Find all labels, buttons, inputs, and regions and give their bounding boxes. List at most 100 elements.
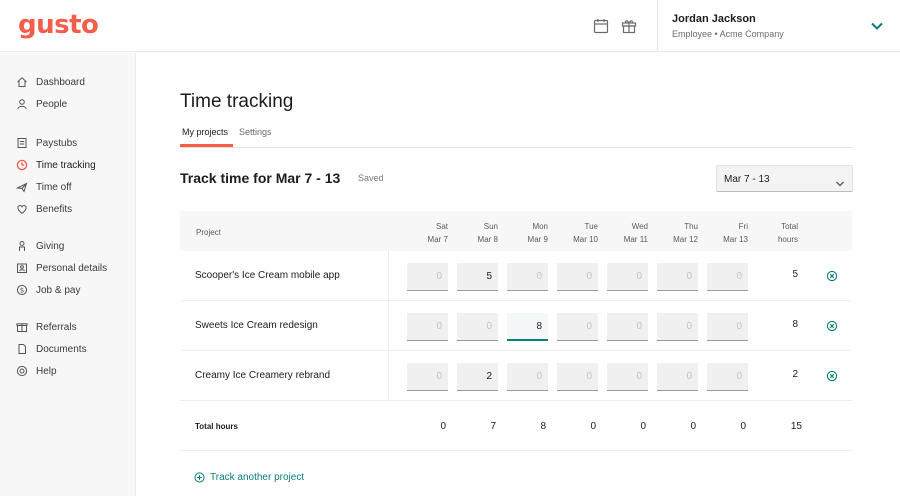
hours-input[interactable]: 0 (507, 363, 548, 391)
active-tab-indicator (180, 144, 233, 147)
day-total: 8 (540, 421, 546, 432)
table-row: Scooper's Ice Cream mobile app 0 5 0 0 0… (180, 251, 852, 301)
sidebar-item-label: Giving (36, 240, 65, 252)
plus-circle-icon (194, 472, 205, 483)
track-another-project-label: Track another project (210, 472, 305, 483)
day-total: 0 (440, 421, 446, 432)
hours-input[interactable]: 5 (457, 263, 498, 291)
sidebar-item-people[interactable]: People (16, 95, 132, 113)
clock-icon (16, 159, 28, 171)
id-card-icon (16, 262, 28, 274)
chevron-down-icon[interactable] (870, 19, 884, 31)
column-header-day: Tue Mar 10 (573, 222, 598, 244)
calendar-icon[interactable] (593, 18, 609, 34)
table-header: Project Sat Mar 7 Sun Mar 8 Mon Mar 9 Tue Ma… (180, 211, 852, 251)
hours-input[interactable]: 0 (607, 263, 648, 291)
hours-input[interactable]: 2 (457, 363, 498, 391)
svg-text:$: $ (20, 286, 24, 294)
hours-input[interactable]: 0 (607, 363, 648, 391)
row-total-hours: 5 (792, 269, 798, 280)
section-title: Track time for Mar 7 - 13 (180, 170, 341, 186)
sidebar-item-label: Referrals (36, 321, 77, 333)
project-name: Sweets Ice Cream redesign (195, 320, 318, 331)
giving-icon (16, 240, 28, 252)
hours-input[interactable]: 0 (407, 363, 448, 391)
header-divider (657, 0, 658, 52)
remove-project-icon[interactable] (826, 369, 838, 382)
day-total: 0 (640, 421, 646, 432)
sidebar-item-personal-details[interactable]: Personal details (16, 259, 132, 277)
remove-project-icon[interactable] (826, 269, 838, 282)
week-select-value: Mar 7 - 13 (724, 174, 770, 185)
sidebar-item-label: Documents (36, 343, 87, 355)
sidebar-item-paystubs[interactable]: Paystubs (16, 134, 132, 152)
hours-input[interactable]: 0 (407, 313, 448, 341)
row-total-hours: 2 (792, 369, 798, 380)
dollar-icon: $ (16, 284, 28, 296)
person-icon (16, 98, 28, 110)
user-name[interactable]: Jordan Jackson (672, 13, 756, 25)
column-header-day: Thu Mar 12 (673, 222, 698, 244)
remove-project-icon[interactable] (826, 319, 838, 332)
sidebar-item-giving[interactable]: Giving (16, 237, 132, 255)
column-header-day: Fri Mar 13 (723, 222, 748, 244)
hours-input[interactable]: 0 (557, 263, 598, 291)
tab-settings[interactable]: Settings (239, 127, 272, 137)
sidebar-item-job-pay[interactable]: $ Job & pay (16, 281, 132, 299)
table-row: Creamy Ice Creamery rebrand 0 2 0 0 0 0 … (180, 351, 852, 401)
tab-my-projects[interactable]: My projects (182, 127, 228, 137)
sidebar-item-label: People (36, 98, 68, 110)
column-header-project: Project (196, 228, 221, 237)
hours-input[interactable]: 0 (407, 263, 448, 291)
sidebar-item-time-tracking[interactable]: Time tracking (16, 156, 132, 174)
hours-input[interactable]: 0 (557, 363, 598, 391)
column-header-day: Mon Mar 9 (527, 222, 548, 244)
totals-label: Total hours (195, 422, 238, 431)
gift-icon[interactable] (621, 18, 637, 34)
sidebar-item-help[interactable]: Help (16, 362, 132, 380)
day-total: 0 (590, 421, 596, 432)
time-table: Project Sat Mar 7 Sun Mar 8 Mon Mar 9 Tue Ma… (180, 211, 852, 453)
sidebar-item-time-off[interactable]: Time off (16, 178, 132, 196)
hours-input[interactable]: 0 (457, 313, 498, 341)
week-select[interactable]: Mar 7 - 13 (716, 165, 853, 192)
gusto-logo[interactable]: gusto (18, 10, 99, 40)
home-icon (16, 76, 28, 88)
table-row: Sweets Ice Cream redesign 0 0 8 0 0 0 0 … (180, 301, 852, 351)
sidebar-item-referrals[interactable]: Referrals (16, 318, 132, 336)
hours-input[interactable]: 0 (507, 263, 548, 291)
sidebar-item-label: Help (36, 365, 57, 377)
column-header-day: Sun Mar 8 (477, 222, 498, 244)
sidebar: Dashboard People Paystubs Time tracking … (0, 53, 136, 496)
sidebar-item-label: Benefits (36, 203, 73, 215)
plane-icon (16, 181, 28, 193)
sidebar-item-benefits[interactable]: Benefits (16, 200, 132, 218)
hours-input[interactable]: 0 (657, 313, 698, 341)
document-icon (16, 343, 28, 355)
hours-input[interactable]: 0 (607, 313, 648, 341)
tab-bar: My projects Settings (180, 124, 852, 148)
help-icon (16, 365, 28, 377)
sidebar-item-label: Time off (36, 181, 72, 193)
paystub-icon (16, 137, 28, 149)
chevron-down-icon (835, 175, 845, 187)
totals-row: Total hours 0 7 8 0 0 0 0 15 (180, 401, 852, 451)
sidebar-item-dashboard[interactable]: Dashboard (16, 73, 132, 91)
day-total: 0 (690, 421, 696, 432)
column-header-day: Wed Mar 11 (623, 222, 648, 244)
hours-input-focused[interactable]: 8 (507, 313, 548, 341)
track-another-project-link[interactable]: Track another project (194, 472, 304, 483)
sidebar-item-documents[interactable]: Documents (16, 340, 132, 358)
hours-input[interactable]: 0 (557, 313, 598, 341)
sidebar-item-label: Dashboard (36, 76, 85, 88)
hours-input[interactable]: 0 (657, 263, 698, 291)
day-total: 7 (490, 421, 496, 432)
project-name: Creamy Ice Creamery rebrand (195, 370, 331, 381)
hours-input[interactable]: 0 (657, 363, 698, 391)
saved-status: Saved (358, 173, 384, 183)
sidebar-item-label: Personal details (36, 262, 108, 274)
project-name: Scooper's Ice Cream mobile app (195, 270, 340, 281)
sidebar-item-label: Job & pay (36, 284, 81, 296)
user-subtitle: Employee • Acme Company (672, 29, 784, 39)
referral-icon (16, 321, 28, 333)
